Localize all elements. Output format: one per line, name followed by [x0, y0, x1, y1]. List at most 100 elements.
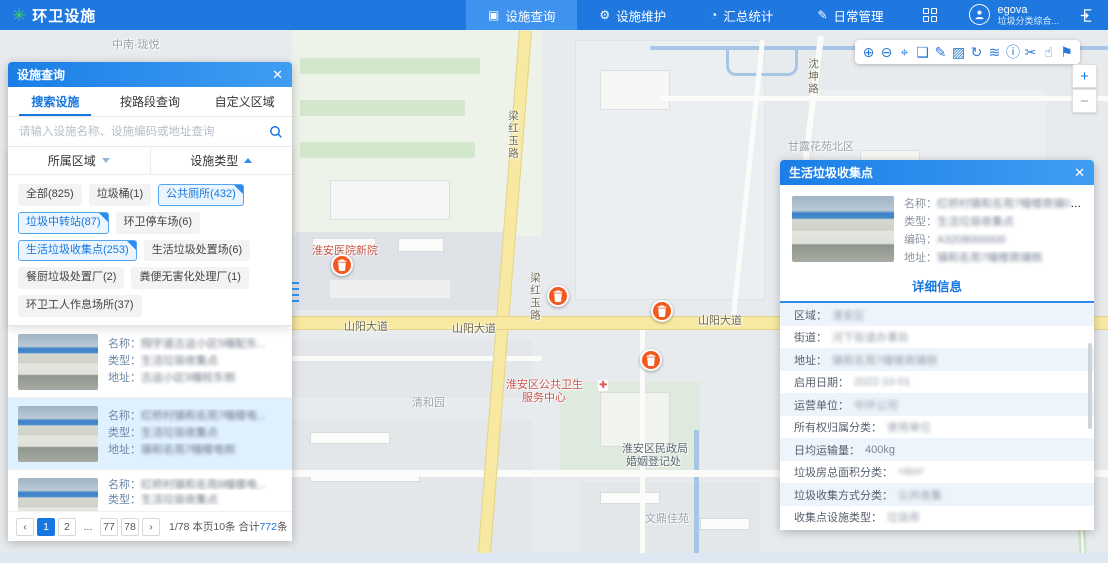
polygon-icon[interactable]: ▨ — [952, 45, 965, 59]
pan-icon[interactable]: ⌖ — [898, 45, 911, 59]
tab-detail-info[interactable]: 详细信息 — [780, 271, 1094, 301]
detail-label: 垃圾房总面积分类： — [794, 464, 893, 480]
search-icon[interactable] — [269, 125, 283, 139]
logo-flower-icon: ✳ — [12, 7, 26, 24]
nav-item-facility-query[interactable]: ▣ 设施查询 — [466, 0, 577, 30]
detail-row: 收集点设施类型：垃圾房 — [780, 506, 1094, 529]
page-button[interactable]: 1 — [37, 518, 55, 536]
field-label: 地址： — [108, 444, 141, 456]
pin-icon[interactable]: ⚑ — [1060, 45, 1073, 59]
zoom-out-button[interactable]: − — [1072, 89, 1097, 113]
tab-1[interactable]: 按路段查询 — [103, 87, 198, 116]
map-toolbar: ⊕ ⊖ ⌖ ❏ ✎ ▨ ↻ ≋ ⓘ ✂ ☝ ⚑ — [855, 40, 1080, 64]
zoom-in-button[interactable]: + — [1072, 64, 1097, 88]
refresh-icon[interactable]: ↻ — [970, 45, 983, 59]
user-name: egova — [997, 4, 1059, 17]
list-item[interactable]: 名称：翔宇道古运小区5幢配东...类型：生活垃圾收集点地址：古运小区5幢校东侧 — [8, 326, 292, 398]
detail-row: 垃圾收集方式分类：公共收集 — [780, 483, 1094, 506]
summary-fields: 名称：红桥村镇和名苑7幢楼商铺01垃圾收...类型：生活垃圾收集点编码：A320… — [904, 196, 1082, 265]
page-button[interactable]: 78 — [121, 518, 139, 536]
filter-chip[interactable]: 环卫工人作息场所(37) — [18, 295, 142, 317]
filter-chip[interactable]: 垃圾桶(1) — [89, 184, 151, 206]
nav-item-facility-maintain[interactable]: ⚙设施维护 — [577, 0, 688, 30]
map-road-white — [660, 96, 1108, 101]
extent-icon[interactable]: ❏ — [916, 45, 929, 59]
hand-icon[interactable]: ☝ — [1042, 45, 1055, 59]
filter-group-region[interactable]: 所属区域 — [8, 147, 151, 174]
tab-0[interactable]: 搜索设施 — [8, 87, 103, 116]
nav-item-label: 汇总统计 — [723, 6, 773, 25]
tab-2[interactable]: 自定义区域 — [197, 87, 292, 116]
filter-chip[interactable]: 餐厨垃圾处置厂(2) — [18, 267, 124, 289]
detail-label: 启用日期： — [794, 374, 849, 390]
filter-chip[interactable]: 粪便无害化处理厂(1) — [131, 267, 248, 289]
detail-row: 所有权归属分类： 使用单位 — [780, 416, 1094, 439]
map-block — [600, 392, 670, 447]
field-label: 编码： — [904, 234, 937, 246]
trash-marker-icon[interactable] — [651, 300, 673, 322]
filter-chip[interactable]: 公共厕所(432) — [158, 184, 244, 206]
detail-value: 2022-10-01 — [854, 376, 910, 388]
page-prev-button[interactable]: ‹ — [16, 518, 34, 536]
summary-field: 地址：镇和名苑7幢楼商铺侧 — [904, 251, 1082, 266]
list-field: 类型：生活垃圾收集点 — [108, 426, 266, 440]
nav-item-summary-stats[interactable]: ◔汇总统计 — [688, 0, 795, 30]
filter-chip[interactable]: 生活垃圾处置场(6) — [144, 240, 250, 262]
facility-maintain-icon: ⚙ — [599, 9, 610, 21]
detail-row: 区域：淮安区 — [780, 303, 1094, 326]
pagination-info: 1/78 本页10条 合计772条 — [169, 519, 287, 534]
page-next-button[interactable]: › — [142, 518, 160, 536]
detail-row: 启用日期： 2022-10-01 — [780, 371, 1094, 394]
zoom-in-icon[interactable]: ⊕ — [862, 45, 875, 59]
trash-marker-icon[interactable] — [547, 285, 569, 307]
detail-row: 日均运输量：400kg — [780, 438, 1094, 461]
user-block[interactable]: egova 垃圾分类综合... — [969, 4, 1059, 27]
facility-detail-panel: 生活垃圾收集点 ✕ 名称：红桥村镇和名苑7幢楼商铺01垃圾收...类型：生活垃圾… — [780, 160, 1094, 530]
zoom-out-icon[interactable]: ⊖ — [880, 45, 893, 59]
apps-grid-icon[interactable] — [923, 8, 937, 22]
list-field: 名称：红桥村镇和名苑7幢楼电... — [108, 409, 266, 423]
nav-item-label: 日常管理 — [833, 6, 883, 25]
detail-label: 所有权归属分类： — [794, 419, 882, 435]
filter-chip-list: 全部(825) 垃圾桶(1) 公共厕所(432) 垃圾中转站(87) 环卫停车场(6) 生… — [8, 175, 292, 325]
list-item[interactable]: 名称：红桥村镇和名苑7幢楼电... 类型：生活垃圾收集点地址：镇和名苑7幢楼电侧 — [8, 398, 292, 470]
trash-marker-icon[interactable] — [331, 254, 353, 276]
field-value: 镇和名苑7幢楼电侧 — [141, 444, 235, 456]
info-icon[interactable]: ⓘ — [1006, 45, 1019, 59]
scrollbar[interactable] — [1088, 343, 1092, 429]
list-item-fields: 名称：红桥村镇和名苑7幢楼电... 类型：生活垃圾收集点地址：镇和名苑7幢楼电侧 — [108, 406, 266, 461]
nav-item-label: 设施查询 — [505, 6, 555, 25]
layers-icon[interactable]: ≋ — [988, 45, 1001, 59]
filter-chip[interactable]: 生活垃圾收集点(253) — [18, 240, 137, 262]
filter-chip[interactable]: 全部(825) — [18, 184, 82, 206]
page-button[interactable]: 77 — [100, 518, 118, 536]
logout-icon[interactable] — [1079, 8, 1094, 23]
list-field: 名称：红桥村镇和名苑8幢楼电... — [108, 478, 266, 490]
detail-row: 街道：河下街道办事处 — [780, 326, 1094, 349]
close-icon[interactable]: ✕ — [1074, 166, 1085, 179]
filter-group-type[interactable]: 设施类型 — [151, 147, 293, 174]
filter-chip[interactable]: 垃圾中转站(87) — [18, 212, 109, 234]
detail-value: 中环公司 — [854, 397, 898, 413]
detail-label: 运营单位： — [794, 397, 849, 413]
list-item[interactable]: 名称：红桥村镇和名苑8幢楼电... 类型：生活垃圾收集点 — [8, 470, 292, 511]
detail-rows: 区域：淮安区街道：河下街道办事处地址：镇和名苑7幢楼商铺侧启用日期：2022-1… — [780, 303, 1094, 530]
detail-label: 日均运输量： — [794, 442, 860, 458]
page-button[interactable]: 2 — [58, 518, 76, 536]
list-item-fields: 名称：翔宇道古运小区5幢配东...类型：生活垃圾收集点地址：古运小区5幢校东侧 — [108, 334, 266, 389]
nav-item-daily-manage[interactable]: ✎日常管理 — [795, 0, 905, 30]
detail-value: 淮安区 — [832, 307, 865, 323]
trash-marker-icon[interactable] — [640, 349, 662, 371]
filter-chip[interactable]: 环卫停车场(6) — [116, 212, 200, 234]
clip-icon[interactable]: ✂ — [1024, 45, 1037, 59]
facility-photo — [18, 478, 98, 511]
summary-field: 名称：红桥村镇和名苑7幢楼商铺01垃圾收... — [904, 197, 1082, 212]
measure-icon[interactable]: ✎ — [934, 45, 947, 59]
close-icon[interactable]: ✕ — [272, 68, 283, 81]
list-field: 类型：生活垃圾收集点 — [108, 493, 266, 505]
facility-query-icon: ▣ — [488, 9, 499, 21]
search-input[interactable] — [17, 125, 269, 139]
panel-collapse-handle[interactable] — [292, 282, 299, 306]
facility-photo — [18, 406, 98, 462]
detail-value: 使用单位 — [887, 419, 931, 435]
